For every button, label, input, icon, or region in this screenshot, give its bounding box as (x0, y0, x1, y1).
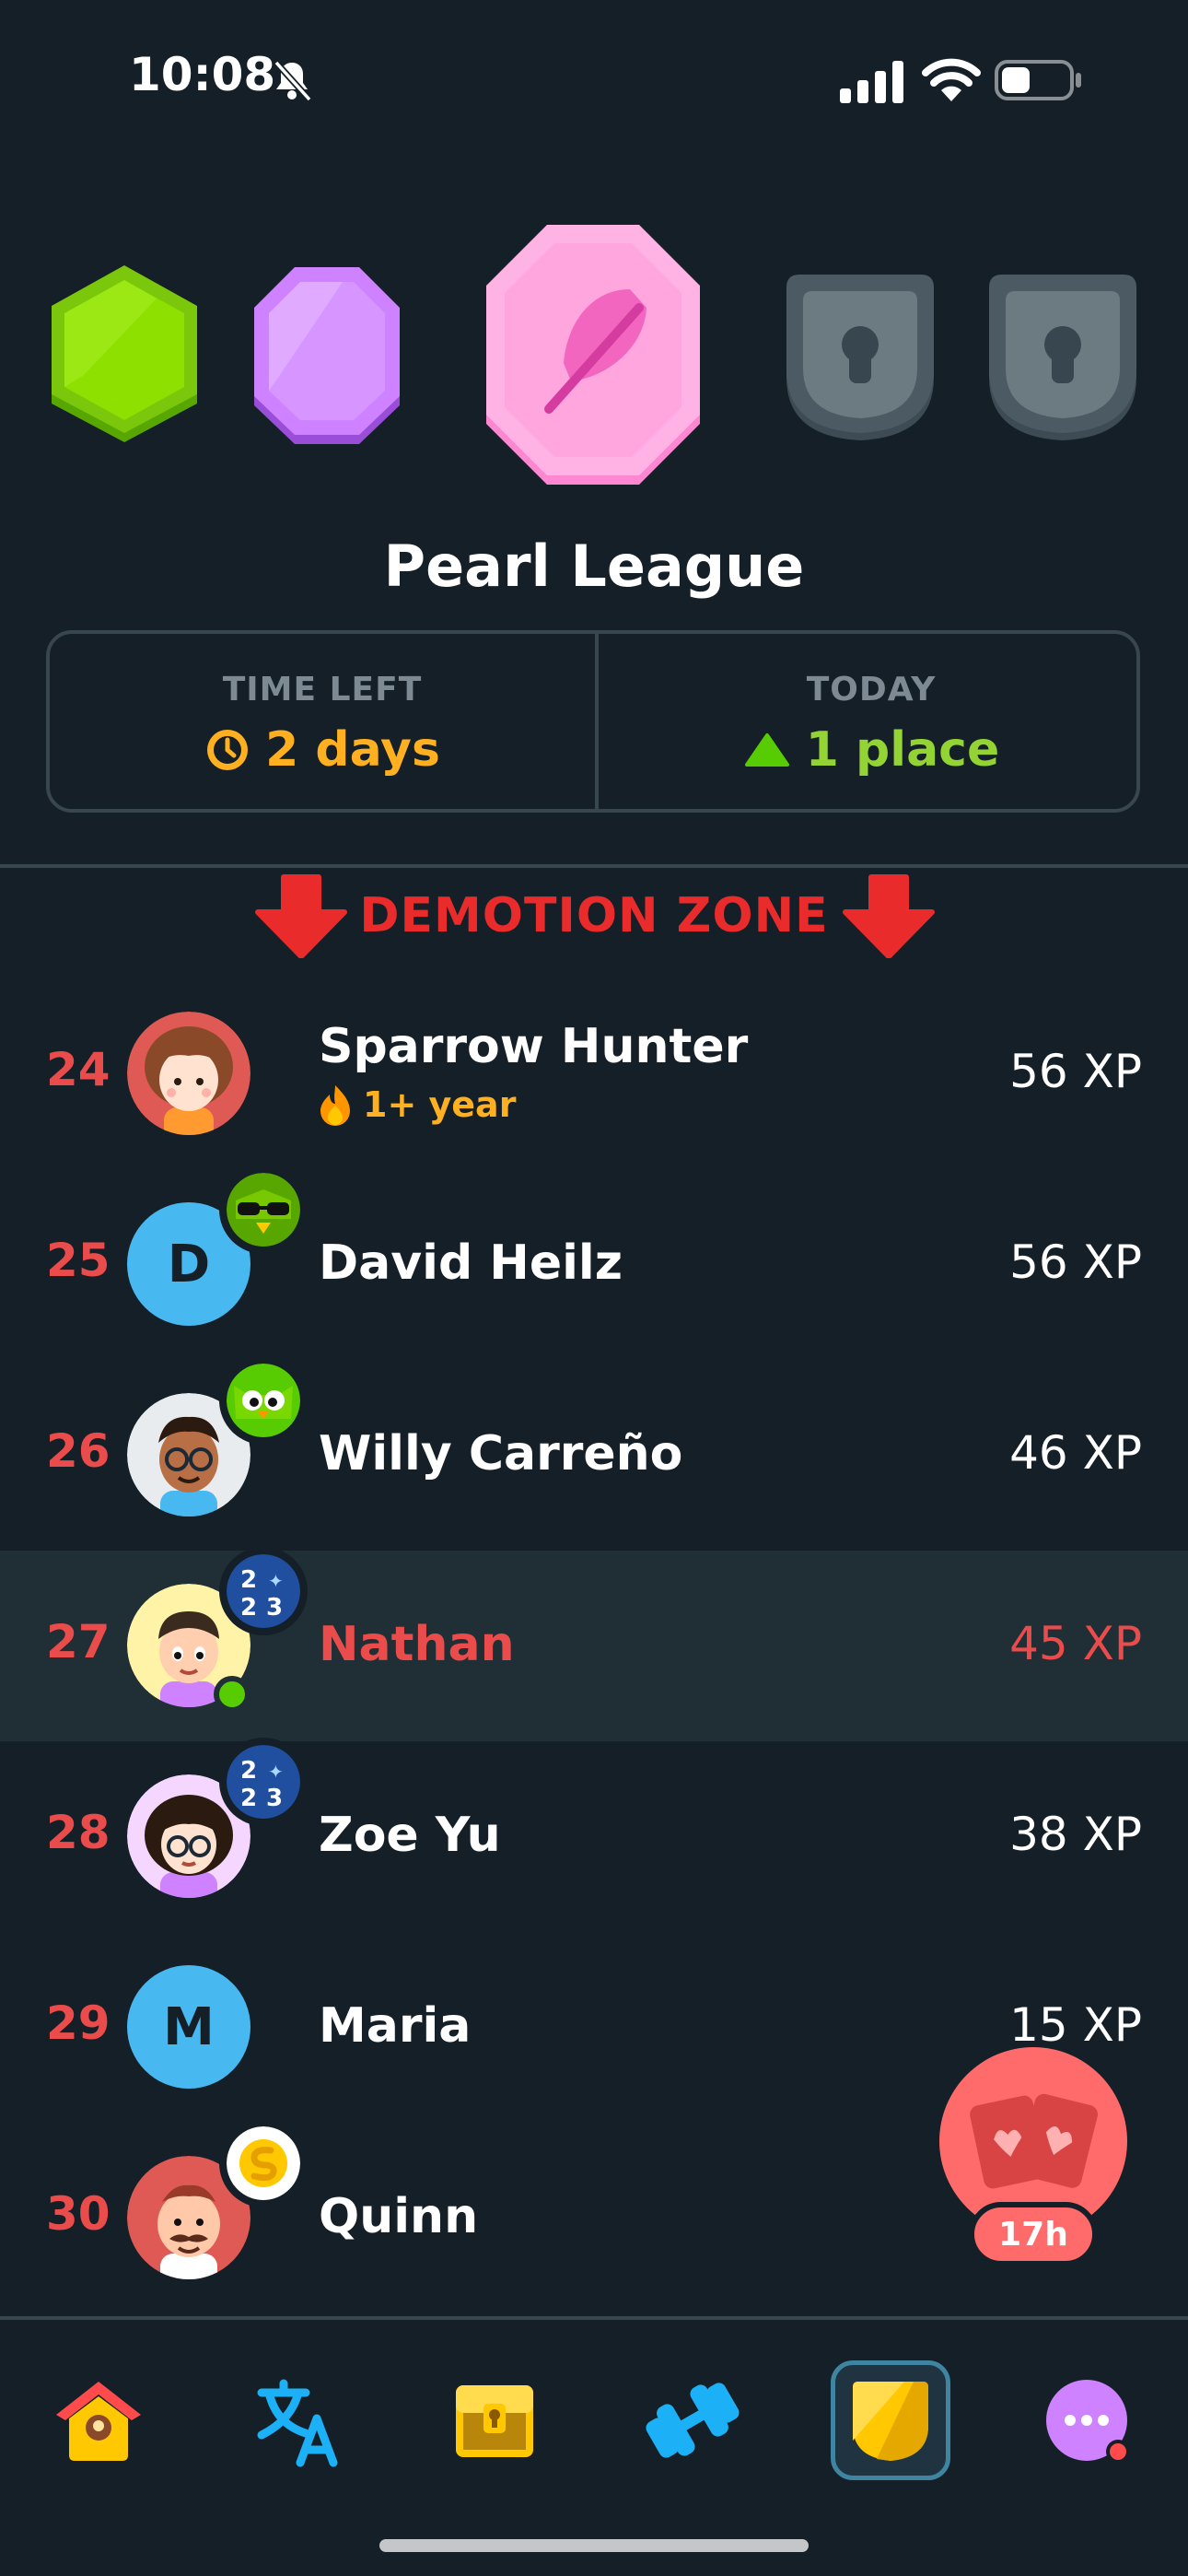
down-arrow-icon (843, 874, 935, 958)
pearl-league-badge (486, 225, 700, 485)
time-left-label: TIME LEFT (222, 671, 423, 708)
nav-leaderboard[interactable] (831, 2360, 950, 2480)
svg-text:2: 2 (240, 1566, 257, 1594)
today-value: 1 place (805, 722, 1000, 778)
nav-practice-hub[interactable] (633, 2360, 752, 2480)
year-2023-badge-icon: 2 ✦ 2 3 (219, 1547, 308, 1635)
separator (0, 864, 1188, 868)
xp-value: 15 XP (1009, 1998, 1142, 2052)
coin-badge-icon (219, 2119, 308, 2207)
svg-text:✦: ✦ (268, 1761, 284, 1783)
xp-value: 46 XP (1009, 1426, 1142, 1480)
xp-value: 56 XP (1009, 1235, 1142, 1289)
rank-number: 30 (46, 2187, 111, 2241)
leaderboard-row[interactable]: 26 Willy Carreño 46 XP (0, 1356, 1188, 1551)
league-shield-icon (853, 2382, 928, 2461)
owl-sunglasses-badge-icon (219, 1165, 308, 1254)
year-2023-badge-icon: 2 ✦ 2 3 (219, 1738, 308, 1826)
locked-league-badge (989, 275, 1136, 440)
league-info-box: TIME LEFT 2 days TODAY 1 place (46, 630, 1140, 813)
rank-number: 27 (46, 1615, 111, 1669)
clock-icon (207, 730, 249, 770)
user-name: Maria (319, 1998, 472, 2054)
leaderboard-row[interactable]: 25 D David Heilz 56 XP (0, 1165, 1188, 1360)
rank-number: 29 (46, 1996, 111, 2050)
user-name: Nathan (319, 1617, 515, 1672)
svg-text:3: 3 (266, 1594, 283, 1622)
flame-icon (320, 1085, 350, 1126)
bottom-navigation (0, 2316, 1188, 2576)
status-time: 10:08 (129, 48, 276, 101)
nav-practice-languages[interactable] (237, 2360, 356, 2480)
svg-text:3: 3 (266, 1785, 283, 1812)
time-left-section: TIME LEFT 2 days (50, 634, 595, 809)
streak-info: 1+ year (317, 1083, 516, 1126)
locked-league-badge (786, 275, 934, 440)
treasure-chest-icon (456, 2385, 533, 2457)
leaderboard-row[interactable]: 24 Sparrow Hunter 1+ year 56 XP (0, 978, 1188, 1169)
streak-label: 1+ year (363, 1084, 517, 1125)
quest-timer-badge: 17h (969, 2202, 1098, 2266)
translate-icon (257, 2379, 338, 2467)
cellular-signal-icon (840, 61, 903, 103)
status-bar: 10:08 (0, 0, 1188, 157)
svg-text:✦: ✦ (268, 1570, 284, 1592)
more-icon (1046, 2380, 1130, 2464)
rank-number: 25 (46, 1234, 111, 1287)
today-section: TODAY 1 place (599, 634, 1144, 809)
bell-slash-icon (274, 60, 312, 102)
up-triangle-icon (744, 733, 789, 767)
svg-text:2: 2 (240, 1594, 257, 1622)
today-label: TODAY (806, 671, 937, 708)
owl-badge-icon (219, 1356, 308, 1445)
demotion-zone-label: DEMOTION ZONE (359, 888, 829, 943)
leaderboard-row[interactable]: 28 2 ✦ 2 3 Zoe Yu 38 XP (0, 1738, 1188, 1932)
leaderboard-screen: 10:08 Pearl League TIME LEFT 2 days TODA… (0, 0, 1188, 2576)
amethyst-league-badge (254, 267, 400, 444)
avatar[interactable] (127, 1012, 250, 1135)
user-name: Sparrow Hunter (319, 1019, 749, 1074)
online-indicator (214, 1676, 250, 1713)
demotion-zone-banner: DEMOTION ZONE (0, 873, 1188, 966)
svg-text:2: 2 (240, 1757, 257, 1785)
xp-value: 56 XP (1009, 1045, 1142, 1098)
xp-value: 45 XP (1009, 1617, 1142, 1670)
home-indicator[interactable] (379, 2539, 809, 2552)
home-icon (56, 2382, 141, 2461)
rank-number: 24 (46, 1043, 111, 1096)
nav-treasure[interactable] (435, 2360, 554, 2480)
league-title: Pearl League (383, 533, 805, 600)
user-name: David Heilz (319, 1235, 623, 1291)
avatar[interactable]: M (127, 1965, 250, 2089)
battery-icon (995, 60, 1081, 100)
rank-number: 28 (46, 1806, 111, 1859)
time-left-value: 2 days (265, 722, 440, 778)
leaderboard-row-current-user[interactable]: 27 2 ✦ 2 3 Nathan 45 XP (0, 1547, 1188, 1741)
wifi-icon (922, 58, 981, 101)
emerald-league-badge (52, 265, 197, 442)
nav-home[interactable] (39, 2360, 158, 2480)
nav-more[interactable] (1029, 2360, 1148, 2480)
user-name: Willy Carreño (319, 1426, 683, 1481)
svg-text:2: 2 (240, 1785, 257, 1812)
xp-value: 38 XP (1009, 1808, 1142, 1861)
user-name: Quinn (319, 2189, 479, 2244)
dumbbell-icon (646, 2383, 740, 2458)
user-name: Zoe Yu (319, 1808, 501, 1863)
rank-number: 26 (46, 1424, 111, 1478)
